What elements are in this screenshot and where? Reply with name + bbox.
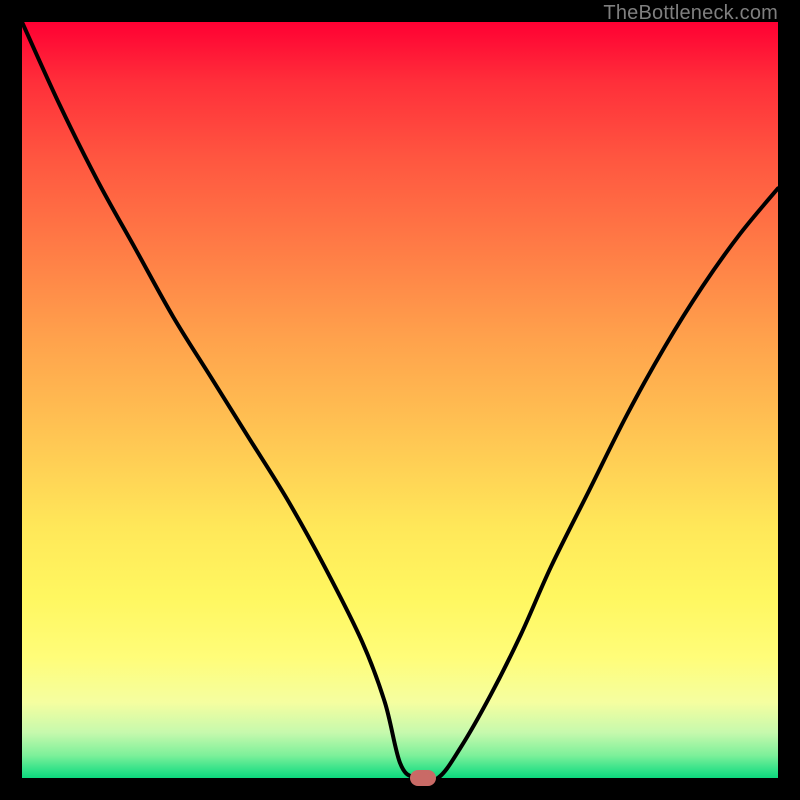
- attribution-label: TheBottleneck.com: [603, 2, 778, 25]
- chart-frame: [22, 22, 778, 778]
- heat-gradient-background: [22, 22, 778, 778]
- bottleneck-marker: [410, 770, 436, 786]
